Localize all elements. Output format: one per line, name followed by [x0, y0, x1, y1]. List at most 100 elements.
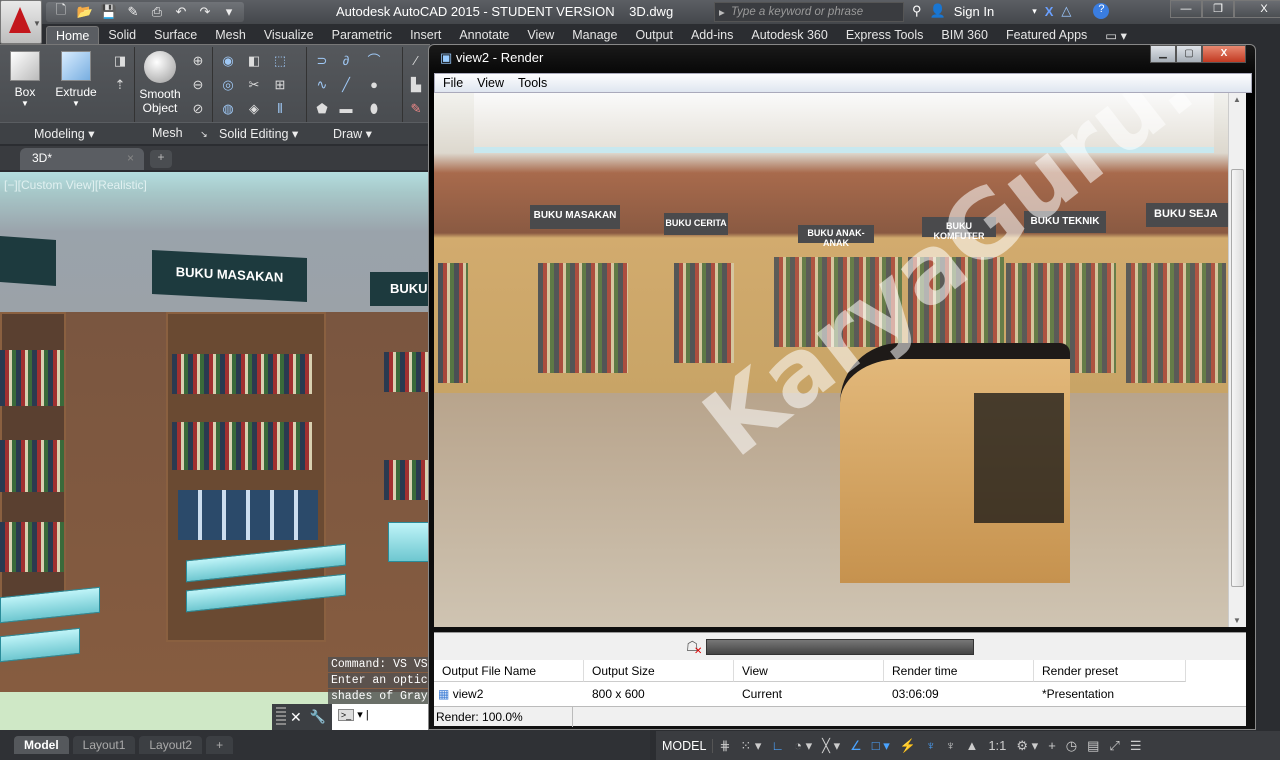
file-tab-3d[interactable]: 3D* × — [20, 148, 144, 170]
command-input[interactable]: >_ ▾ | — [331, 704, 430, 730]
tab-parametric[interactable]: Parametric — [323, 26, 401, 44]
close-button[interactable]: X — [1202, 45, 1246, 63]
help-icon[interactable]: ? — [1093, 3, 1110, 19]
minimize-button[interactable]: ▁ — [1150, 45, 1176, 63]
close-icon[interactable]: × — [127, 151, 134, 165]
line-icon[interactable]: ╱ — [338, 77, 354, 93]
match-properties-icon[interactable]: ✎ — [408, 101, 424, 117]
hardware-accel-icon[interactable]: ▤ — [1083, 738, 1103, 754]
column-header-render-time[interactable]: Render time — [884, 660, 1034, 682]
shell-icon[interactable]: ◈ — [246, 101, 262, 117]
undo-icon[interactable]: ↶ — [172, 4, 190, 20]
close-icon[interactable]: ✕ — [290, 709, 302, 726]
open-icon[interactable]: 📂 — [76, 4, 94, 20]
scroll-up-icon[interactable]: ▲ — [1233, 95, 1241, 104]
polyline-icon[interactable]: ⊃ — [314, 53, 330, 69]
arc-icon[interactable]: ⌒ — [366, 53, 382, 69]
properties-icon[interactable]: ⁄ — [408, 53, 424, 69]
tab-insert[interactable]: Insert — [401, 26, 450, 44]
extrude-faces-icon[interactable]: ⊞ — [272, 77, 288, 93]
application-menu-button[interactable]: ▼ — [0, 0, 42, 44]
tab-home[interactable]: Home — [46, 25, 100, 45]
union-icon[interactable]: ◉ — [220, 53, 236, 69]
chevron-down-icon[interactable]: ▾ — [1032, 6, 1037, 17]
panel-draw[interactable]: Draw ▾ — [333, 126, 372, 141]
extract-edges-icon[interactable]: ◧ — [246, 53, 262, 69]
tab-output[interactable]: Output — [626, 26, 682, 44]
menu-view[interactable]: View — [477, 76, 504, 92]
close-button[interactable]: X — [1234, 0, 1280, 18]
add-layout-button[interactable]: + — [206, 736, 234, 754]
viewport-controls-label[interactable]: [−][Custom View][Realistic] — [4, 178, 147, 192]
wrench-icon[interactable]: 🔧 — [310, 709, 326, 725]
tab-featured-apps[interactable]: Featured Apps — [997, 26, 1096, 44]
osnap-track-icon[interactable]: ∠ — [846, 738, 866, 754]
tab-layout1[interactable]: Layout1 — [72, 736, 136, 754]
column-header-output-file-name[interactable]: Output File Name — [434, 660, 584, 682]
annotation-visibility-icon[interactable]: ♆ — [922, 738, 940, 753]
box-button[interactable]: Box ▼ — [8, 51, 42, 108]
ribbon-toggle-button[interactable]: ▭ ▾ — [1096, 26, 1136, 45]
ellipse-icon[interactable]: ⬮ — [366, 101, 382, 117]
autoscale-icon[interactable]: ♆ — [942, 738, 960, 753]
panel-modeling[interactable]: Modeling ▾ — [34, 126, 94, 141]
circle-icon[interactable]: ● — [366, 77, 382, 93]
tab-view[interactable]: View — [518, 26, 563, 44]
panel-mesh[interactable]: Mesh ↘ — [152, 126, 208, 140]
smooth-less-icon[interactable]: ⊖ — [190, 77, 206, 93]
tab-add-ins[interactable]: Add-ins — [682, 26, 742, 44]
subtract-icon[interactable]: ◎ — [220, 77, 236, 93]
new-icon[interactable]: 🗋 — [52, 1, 70, 23]
tab-annotate[interactable]: Annotate — [450, 26, 518, 44]
customize-icon[interactable]: ☰ — [1126, 738, 1146, 754]
tab-model[interactable]: Model — [14, 736, 69, 754]
a360-icon[interactable]: △ — [1061, 3, 1071, 19]
polygon-icon[interactable]: ⬟ — [314, 101, 330, 117]
smooth-more-icon[interactable]: ⊕ — [190, 53, 206, 69]
tab-layout2[interactable]: Layout2 — [139, 736, 203, 754]
polar-icon[interactable]: ◔ ▾ — [790, 738, 816, 754]
tab-manage[interactable]: Manage — [563, 26, 626, 44]
tab-autodesk-360[interactable]: Autodesk 360 — [742, 26, 836, 44]
dynamic-ucs-icon[interactable]: ⚡ — [896, 738, 920, 754]
clean-screen-icon[interactable]: ⤢ — [1105, 738, 1123, 754]
ortho-icon[interactable]: ∟ — [767, 738, 788, 753]
search-input[interactable]: Type a keyword or phrase — [714, 2, 904, 22]
print-icon[interactable]: ⎙ — [148, 4, 166, 20]
extrude-button[interactable]: Extrude ▼ — [54, 51, 98, 108]
maximize-button[interactable]: ▢ — [1176, 45, 1202, 63]
drawing-viewport[interactable]: BUKU MASAKAN BUKU — [0, 172, 430, 730]
menu-file[interactable]: File — [443, 76, 463, 92]
scroll-down-icon[interactable]: ▼ — [1233, 616, 1241, 625]
tab-visualize[interactable]: Visualize — [255, 26, 323, 44]
annotation-scale-icon[interactable]: ▲ — [961, 738, 982, 753]
sign-in-button[interactable]: Sign In — [954, 4, 994, 19]
polysolid-icon[interactable]: ◨ — [112, 53, 128, 69]
drag-handle[interactable] — [276, 707, 286, 727]
panel-solid-editing[interactable]: Solid Editing ▾ — [219, 126, 298, 141]
smooth-object-button[interactable]: Smooth Object — [138, 51, 182, 115]
layer-icon[interactable]: ▙ — [408, 77, 424, 93]
new-tab-button[interactable]: + — [150, 150, 172, 168]
snap-icon[interactable]: ⁙ ▾ — [736, 738, 765, 754]
column-header-view[interactable]: View — [734, 660, 884, 682]
helix-icon[interactable]: ∂ — [338, 53, 354, 69]
isolate-icon[interactable]: ◷ — [1062, 738, 1081, 754]
binoculars-icon[interactable]: ⚲ — [912, 3, 922, 19]
rectangle-icon[interactable]: ▬ — [338, 101, 354, 117]
tab-express-tools[interactable]: Express Tools — [837, 26, 933, 44]
redo-icon[interactable]: ↷ — [196, 4, 214, 20]
tab-solid[interactable]: Solid — [99, 26, 145, 44]
extract-faces-icon[interactable]: ⬚ — [272, 53, 288, 69]
plus-icon[interactable]: + — [1044, 738, 1060, 753]
minimize-button[interactable]: — — [1170, 0, 1202, 18]
slice-icon[interactable]: ✂ — [246, 77, 262, 93]
column-header-output-size[interactable]: Output Size — [584, 660, 734, 682]
model-space-button[interactable]: MODEL — [656, 738, 714, 753]
save-as-icon[interactable]: ✎ — [124, 4, 142, 20]
cancel-render-icon[interactable]: ☖ ✕ — [686, 638, 702, 657]
prompt-icon[interactable]: >_ — [337, 709, 355, 721]
scrollbar-thumb[interactable] — [1231, 169, 1244, 587]
osnap-icon[interactable]: □ ▾ — [868, 738, 894, 754]
tab-surface[interactable]: Surface — [145, 26, 206, 44]
